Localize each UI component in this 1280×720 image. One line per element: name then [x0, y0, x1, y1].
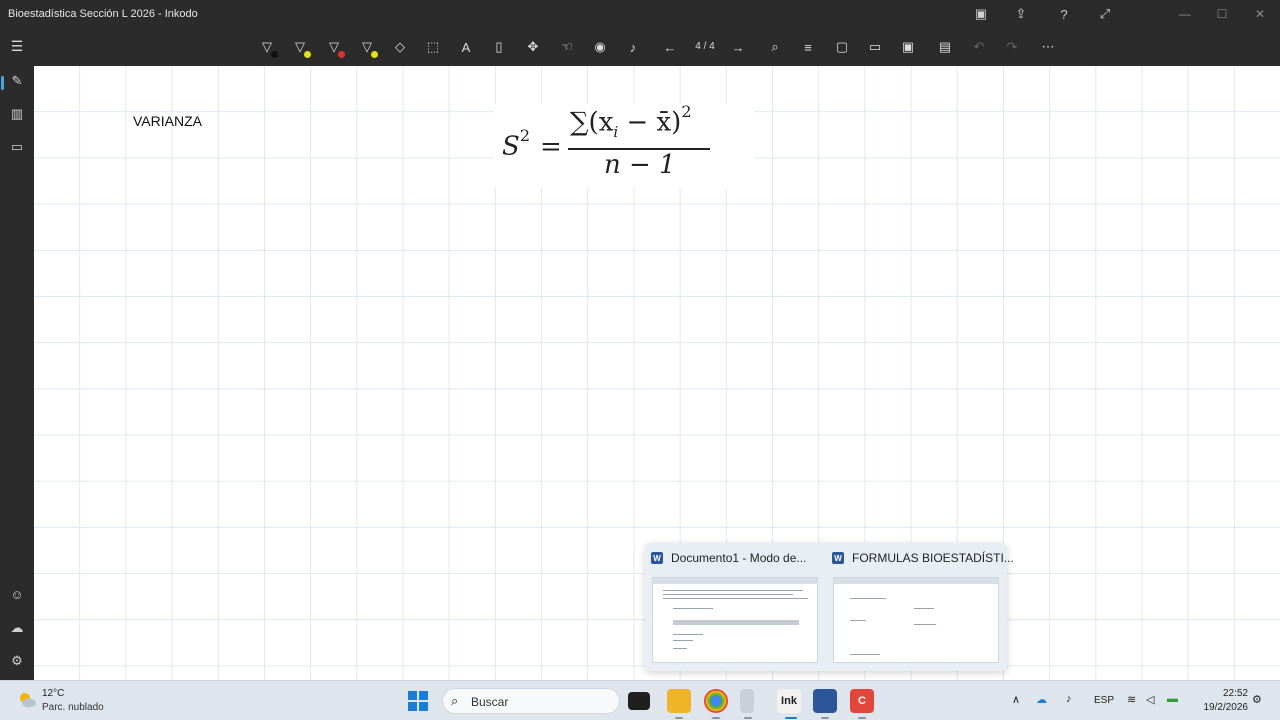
formula-equals: = — [540, 132, 562, 162]
zoom-icon[interactable]: ⌕ — [763, 36, 787, 58]
weather-temperature: 12°C — [42, 688, 65, 699]
file-explorer-icon[interactable] — [667, 689, 691, 713]
wifi-icon[interactable]: ≋ — [1127, 693, 1136, 706]
word-icon: W — [832, 552, 844, 564]
thumbnail-documento1[interactable]: W Documento1 - Modo de... — [645, 543, 825, 671]
thumbnail-preview — [833, 577, 999, 663]
next-page-icon[interactable]: → — [726, 36, 750, 58]
page-indicator: 4 / 4 — [695, 41, 715, 52]
pen-red-tool[interactable]: ▽ — [322, 36, 346, 58]
presenter-icon[interactable]: ☺ — [5, 583, 29, 605]
redo-icon[interactable]: ↷ — [1000, 36, 1024, 58]
taskbar: 12°C Parc. nublado ⌕ Buscar Ink C ∧ ☁ ♪ … — [0, 680, 1280, 720]
close-button[interactable]: ✕ — [1248, 4, 1272, 24]
eraser-icon[interactable]: ◇ — [388, 36, 412, 58]
task-view-icon[interactable] — [628, 692, 650, 710]
left-rail: ✎ ▥ ▭ ☺ ☁ ⚙ — [0, 66, 34, 680]
touch-icon[interactable]: ☜ — [555, 36, 579, 58]
minimize-button[interactable]: — — [1173, 4, 1197, 24]
clock-date[interactable]: 19/2/2026 — [1196, 702, 1249, 713]
thumbnail-formulas[interactable]: W FORMULAS BIOESTADÍSTI... — [826, 543, 1014, 671]
move-icon[interactable]: ✥ — [521, 36, 545, 58]
clipboard-icon[interactable]: ▤ — [933, 36, 957, 58]
microphone-icon[interactable]: ♪ — [621, 36, 645, 58]
search-icon: ⌕ — [451, 693, 459, 708]
mic-tray-icon[interactable]: ♪ — [1066, 693, 1072, 705]
open-folder-icon[interactable]: ▭ — [863, 36, 887, 58]
palette-icon[interactable]: ◉ — [588, 36, 612, 58]
language-indicator[interactable]: ESP — [1094, 695, 1114, 706]
word-app-icon[interactable] — [813, 689, 837, 713]
chevron-up-icon[interactable]: ∧ — [1012, 693, 1020, 706]
notification-icon[interactable]: ⚙ — [1252, 693, 1262, 706]
formula-lhs: S2 — [502, 126, 530, 162]
taskbar-preview-popup: W Documento1 - Modo de... W FORMULAS BIOES… — [645, 543, 1014, 671]
lasso-select-icon[interactable]: ⬚ — [421, 36, 445, 58]
window-title: Bioestadística Sección L 2026 - Inkodo — [8, 8, 198, 20]
fullscreen-icon[interactable]: ⤢ — [1094, 4, 1116, 24]
share-icon[interactable]: ⇪ — [1010, 4, 1032, 24]
onedrive-icon[interactable]: ☁ — [1036, 693, 1047, 706]
store-icon[interactable]: ▣ — [970, 4, 992, 24]
variance-formula: S2 = ∑(xi − x̄)2 n − 1 — [494, 102, 754, 188]
red-app-icon[interactable]: C — [850, 689, 874, 713]
formula-numerator: ∑(xi − x̄)2 — [570, 102, 692, 141]
thumbnail-title: FORMULAS BIOESTADÍSTI... — [852, 551, 1014, 565]
settings-sliders-icon[interactable]: ≡ — [796, 36, 820, 58]
new-page-icon[interactable]: ▢ — [830, 36, 854, 58]
title-bar: Bioestadística Sección L 2026 - Inkodo ▣… — [0, 0, 1280, 28]
search-placeholder: Buscar — [471, 695, 509, 709]
windows-start-icon[interactable] — [408, 691, 428, 711]
more-icon[interactable]: ⋯ — [1036, 36, 1060, 58]
notepad-icon[interactable] — [740, 689, 754, 713]
undo-icon[interactable]: ↶ — [967, 36, 991, 58]
cloud-icon[interactable]: ☁ — [5, 617, 29, 639]
varianza-label: VARIANZA — [133, 113, 202, 129]
draw-mode-icon[interactable]: ✎ — [5, 70, 29, 92]
pen-yellow-tool[interactable]: ▽ — [288, 36, 312, 58]
volume-icon[interactable]: ◁ — [1146, 693, 1154, 706]
weather-partly-cloudy-icon[interactable] — [16, 689, 38, 711]
app-window: Bioestadística Sección L 2026 - Inkodo ▣… — [0, 0, 1280, 720]
inkodo-icon[interactable]: Ink — [777, 689, 801, 713]
thumbnail-preview — [652, 577, 818, 663]
highlighter-tool[interactable]: ▽ — [355, 36, 379, 58]
weather-description: Parc. nublado — [42, 702, 104, 713]
battery-icon[interactable]: ▬ — [1167, 693, 1178, 705]
slides-icon[interactable]: ▭ — [5, 136, 29, 158]
ruler-icon[interactable]: ▯ — [487, 36, 511, 58]
thumbnail-title: Documento1 - Modo de... — [671, 551, 807, 565]
active-indicator — [1, 76, 4, 90]
library-icon[interactable]: ▥ — [5, 103, 29, 125]
taskbar-search[interactable]: ⌕ Buscar — [442, 688, 620, 714]
save-icon[interactable]: ▣ — [896, 36, 920, 58]
text-tool-icon[interactable]: A — [454, 36, 478, 58]
gear-icon[interactable]: ⚙ — [5, 650, 29, 672]
prev-page-icon[interactable]: ← — [658, 36, 682, 58]
word-icon: W — [651, 552, 663, 564]
maximize-button[interactable]: ☐ — [1210, 4, 1234, 24]
menu-icon[interactable]: ☰ — [8, 38, 26, 56]
help-icon[interactable]: ? — [1053, 4, 1075, 24]
chrome-icon[interactable] — [704, 689, 728, 713]
formula-denominator: n − 1 — [604, 150, 676, 180]
pen-black-tool[interactable]: ▽ — [255, 36, 279, 58]
clock-time[interactable]: 22:52 — [1214, 688, 1248, 699]
